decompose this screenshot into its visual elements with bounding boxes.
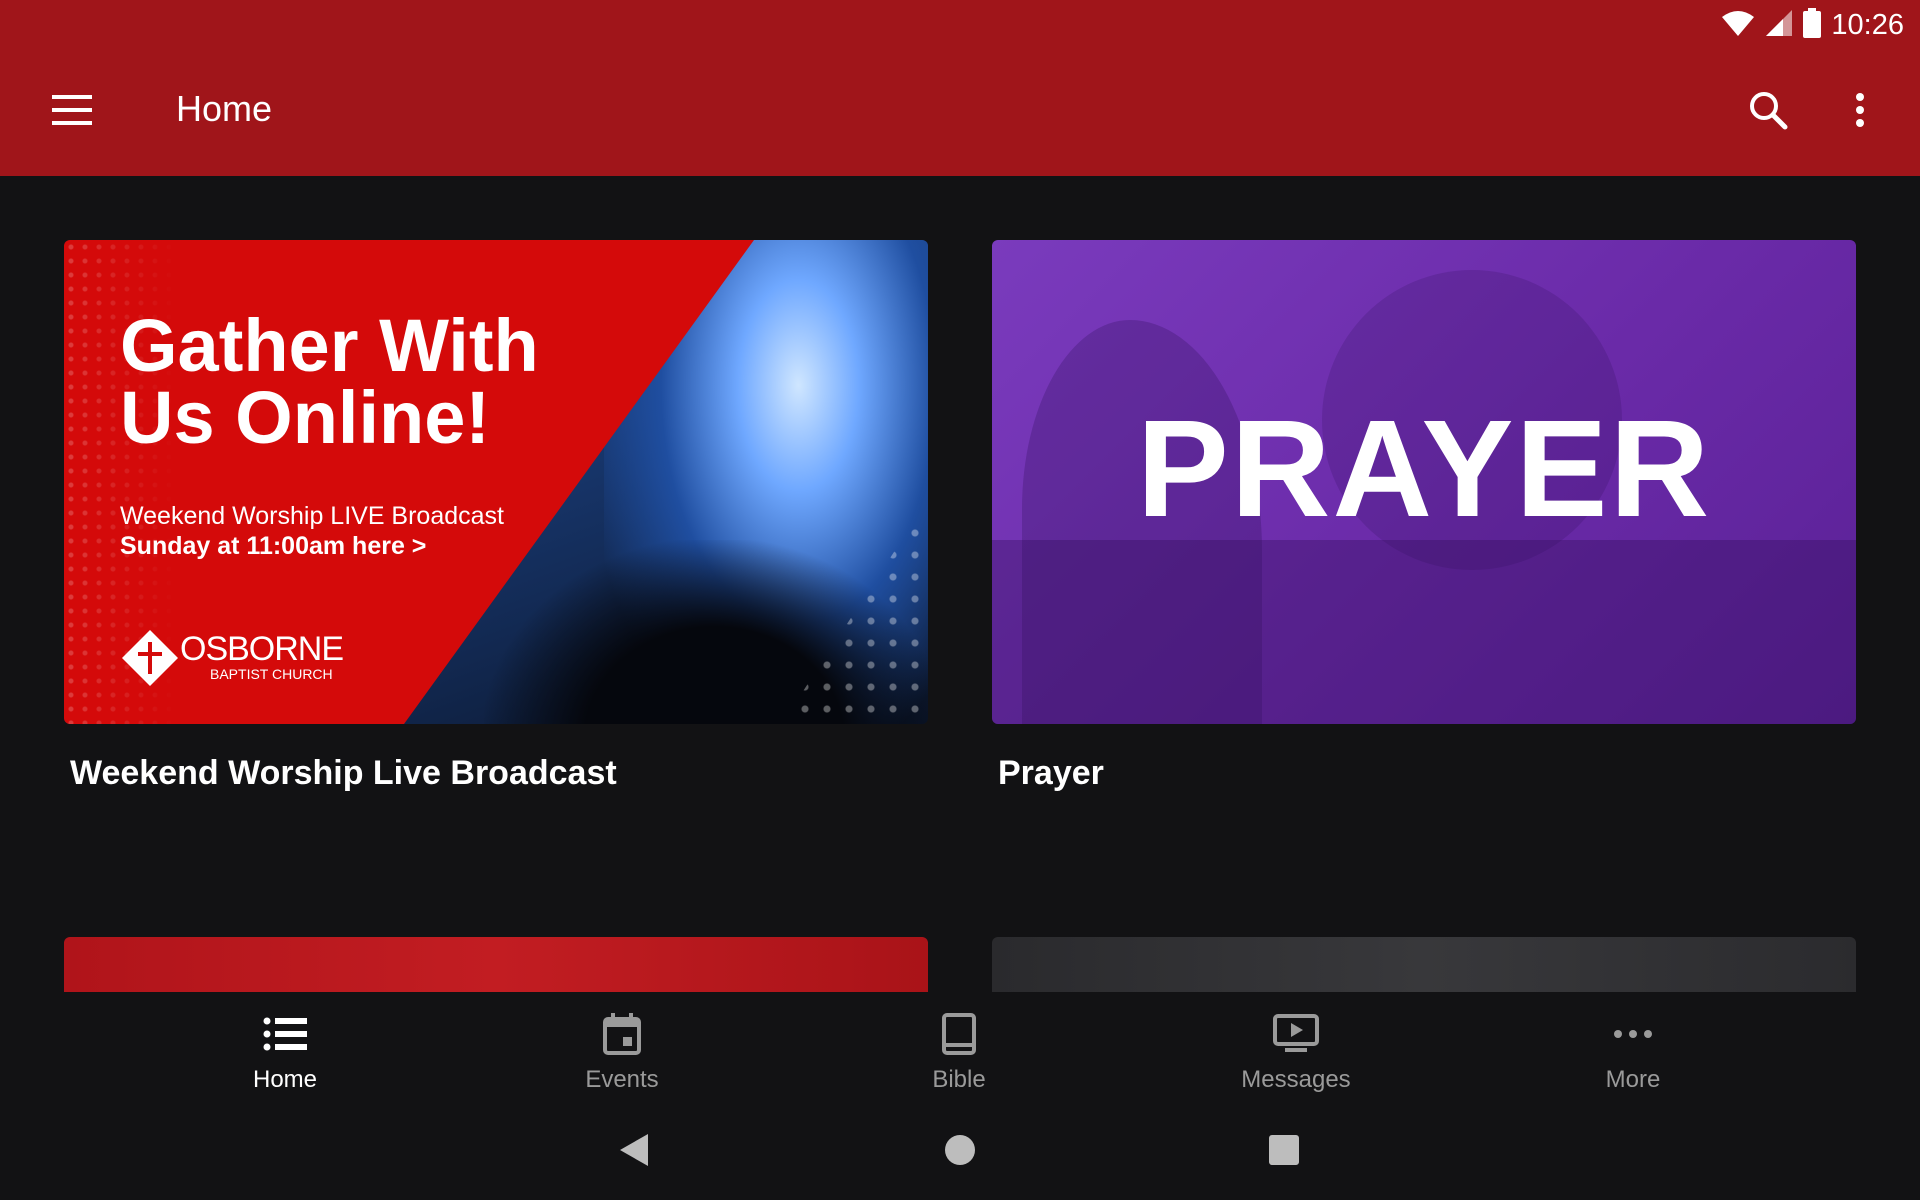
status-time: 10:26 xyxy=(1831,8,1904,41)
video-icon xyxy=(1272,1010,1320,1058)
osborne-logo-icon xyxy=(120,628,180,688)
toolbar: Home xyxy=(0,42,1920,176)
search-button[interactable] xyxy=(1736,80,1800,144)
bottom-navigation: Home Events Bible Messages More xyxy=(0,992,1920,1104)
nav-label: Bible xyxy=(932,1066,986,1093)
wifi-icon xyxy=(1721,9,1755,42)
search-icon xyxy=(1748,90,1788,135)
nav-item-home[interactable]: Home xyxy=(185,992,385,1104)
nav-label: Events xyxy=(585,1066,659,1093)
app-bar: 10:26 Home xyxy=(0,0,1920,176)
list-icon xyxy=(261,1010,309,1058)
recents-square-icon xyxy=(1269,1134,1299,1170)
nav-item-more[interactable]: More xyxy=(1533,992,1733,1104)
card-title: Prayer xyxy=(998,754,1104,792)
menu-button[interactable] xyxy=(40,80,104,144)
osborne-logo-name: OSBORNE xyxy=(180,630,344,668)
book-icon xyxy=(935,1010,983,1058)
prayer-banner-image[interactable]: PRAYER xyxy=(992,240,1856,724)
page-title: Home xyxy=(176,88,273,129)
nav-item-messages[interactable]: Messages xyxy=(1196,992,1396,1104)
system-back-button[interactable] xyxy=(606,1124,662,1180)
system-recents-button[interactable] xyxy=(1256,1124,1312,1180)
banner-headline-line1: Gather With xyxy=(120,304,539,387)
cell-signal-icon xyxy=(1765,9,1793,42)
nav-label: Messages xyxy=(1241,1066,1351,1093)
nav-label: Home xyxy=(252,1066,318,1093)
banner-headline-line2: Us Online! xyxy=(120,376,491,459)
card-peek-left[interactable] xyxy=(64,937,928,992)
more-vertical-icon xyxy=(1854,92,1866,133)
banner-subline: Weekend Worship LIVE Broadcast xyxy=(120,502,504,530)
more-horizontal-icon xyxy=(1609,1010,1657,1058)
calendar-icon xyxy=(598,1010,646,1058)
worship-banner-image[interactable]: Gather With Us Online! Weekend Worship L… xyxy=(64,240,928,724)
battery-icon xyxy=(1803,7,1822,43)
system-navigation-bar xyxy=(0,1104,1920,1200)
banner-schedule: Sunday at 11:00am here > xyxy=(120,532,427,560)
nav-item-bible[interactable]: Bible xyxy=(859,992,1059,1104)
status-bar: 10:26 xyxy=(1721,7,1904,43)
nav-item-events[interactable]: Events xyxy=(522,992,722,1104)
card-title: Weekend Worship Live Broadcast xyxy=(70,754,617,792)
nav-label: More xyxy=(1605,1066,1661,1093)
prayer-banner-text: PRAYER xyxy=(1136,392,1712,546)
osborne-logo-sub: BAPTIST CHURCH xyxy=(210,666,333,682)
hamburger-menu-icon xyxy=(52,94,92,130)
home-circle-icon xyxy=(944,1134,976,1171)
card-peek-right[interactable] xyxy=(992,937,1856,992)
back-triangle-icon xyxy=(618,1132,650,1173)
overflow-menu-button[interactable] xyxy=(1828,80,1892,144)
system-home-button[interactable] xyxy=(932,1124,988,1180)
banner-headline: Gather With Us Online! xyxy=(120,304,539,459)
